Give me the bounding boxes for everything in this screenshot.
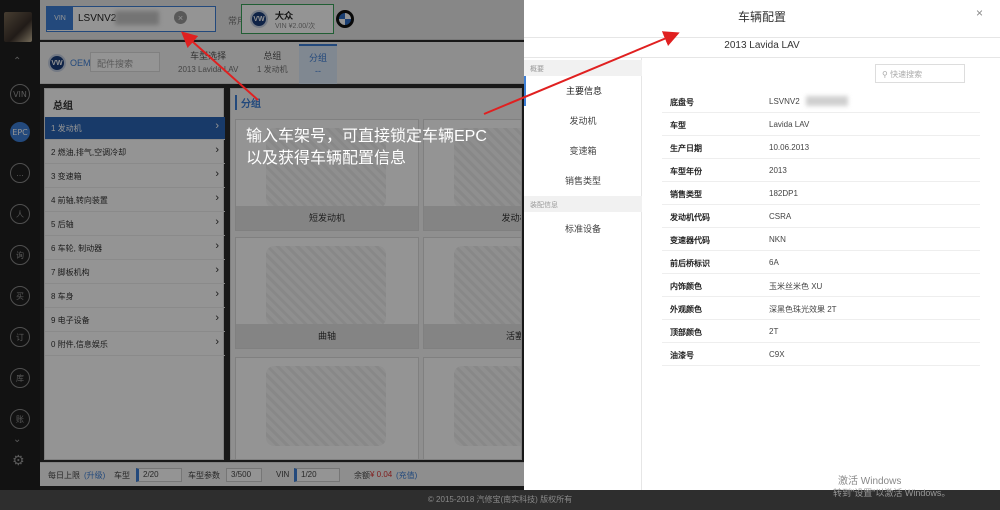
watermark-sub: jingyan.baidu.com bbox=[790, 455, 871, 466]
arrow-to-panel bbox=[483, 31, 680, 115]
windows-activation: 激活 Windows bbox=[838, 476, 902, 487]
arrow-to-vin bbox=[181, 31, 259, 101]
windows-activation-hint: 转到"设置"以激活 Windows。 bbox=[833, 488, 951, 498]
